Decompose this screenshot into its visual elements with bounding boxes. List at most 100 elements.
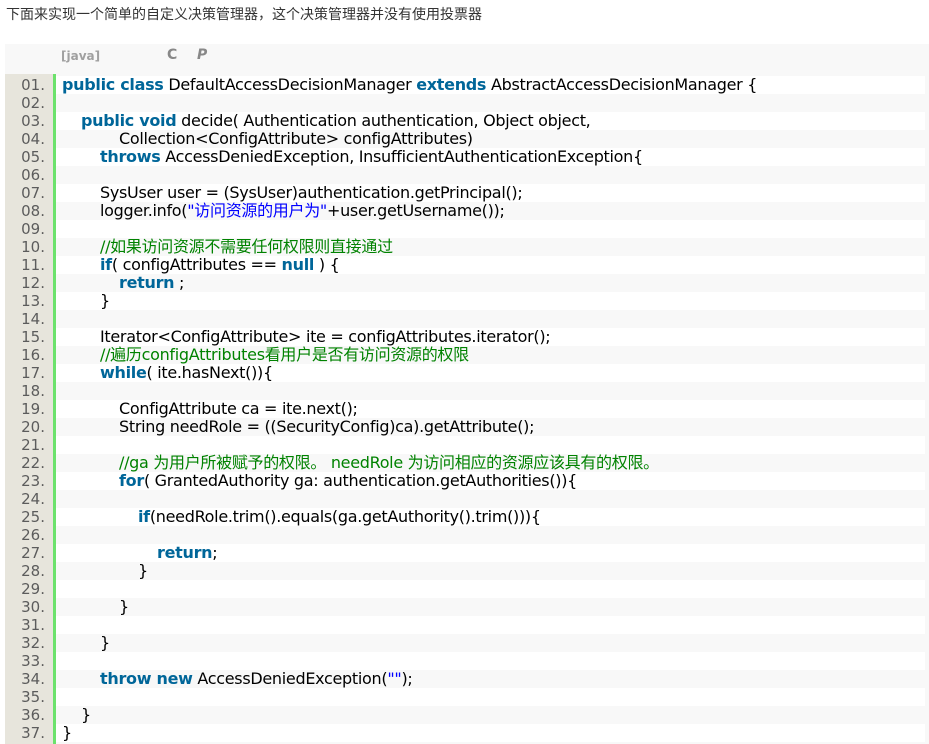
line-number: 06. <box>21 166 45 184</box>
code-line: 06. <box>5 166 929 184</box>
code-token: AbstractAccessDecisionManager { <box>486 75 758 94</box>
code-token: AccessDeniedException( <box>192 669 388 688</box>
code-text: Collection<ConfigAttribute> configAttrib… <box>56 130 925 148</box>
code-token: ) { <box>314 255 340 274</box>
keyword: return <box>157 543 213 562</box>
code-line: 03. public void decide( Authentication au… <box>5 112 929 130</box>
line-number: 10. <box>21 238 45 256</box>
code-text <box>56 94 925 112</box>
code-line: 20. String needRole = ((SecurityConfig)ca… <box>5 418 929 436</box>
code-line: 31. <box>5 616 929 634</box>
code-text: logger.info("访问资源的用户为"+user.getUsername(… <box>56 202 925 220</box>
line-number: 04. <box>21 130 45 148</box>
code-line: 02. <box>5 94 929 112</box>
code-line: 07. SysUser user = (SysUser)authenticatio… <box>5 184 929 202</box>
line-number: 37. <box>21 724 45 742</box>
comment: //ga 为用户所被赋予的权限。 needRole 为访问相应的资源应该具有的权… <box>119 453 659 472</box>
keyword: null <box>281 255 315 274</box>
line-number: 18. <box>21 382 45 400</box>
keyword: public class <box>62 75 164 94</box>
line-number: 12. <box>21 274 45 292</box>
line-number: 20. <box>21 418 45 436</box>
code-line: 17. while( ite.hasNext()){ <box>5 364 929 382</box>
code-token: } <box>100 291 110 310</box>
line-number: 17. <box>21 364 45 382</box>
code-text: } <box>56 598 925 616</box>
code-text: ConfigAttribute ca = ite.next(); <box>56 400 925 418</box>
code-line: 29. <box>5 580 929 598</box>
code-token: ConfigAttribute ca = ite.next(); <box>119 399 358 418</box>
code-text <box>56 580 925 598</box>
code-line: 33. <box>5 652 929 670</box>
code-text: String needRole = ((SecurityConfig)ca).g… <box>56 418 925 436</box>
code-line: 11. if( configAttributes == null ) { <box>5 256 929 274</box>
code-token: ; <box>174 273 185 292</box>
code-line: 12. return ; <box>5 274 929 292</box>
code-token: SysUser user = (SysUser)authentication.g… <box>100 183 523 202</box>
code-line: 18. <box>5 382 929 400</box>
code-text: SysUser user = (SysUser)authentication.g… <box>56 184 925 202</box>
line-number: 14. <box>21 310 45 328</box>
line-number: 13. <box>21 292 45 310</box>
code-text <box>56 688 925 706</box>
code-text: if( configAttributes == null ) { <box>56 256 925 274</box>
code-line: 01. public class DefaultAccessDecisionMan… <box>5 76 929 94</box>
keyword: while <box>100 363 147 382</box>
line-number: 26. <box>21 526 45 544</box>
code-line: 32.} <box>5 634 929 652</box>
print-icon[interactable]: P <box>197 47 207 63</box>
line-number: 09. <box>21 220 45 238</box>
code-text: //ga 为用户所被赋予的权限。 needRole 为访问相应的资源应该具有的权… <box>56 454 925 472</box>
string-literal: "" <box>387 669 402 688</box>
code-token: logger.info( <box>100 201 188 220</box>
code-line: 30.} <box>5 598 929 616</box>
keyword: if <box>138 507 150 526</box>
line-number: 33. <box>21 652 45 670</box>
code-line: 26. <box>5 526 929 544</box>
code-text: while( ite.hasNext()){ <box>56 364 925 382</box>
code-text: Iterator<ConfigAttribute> ite = configAt… <box>56 328 925 346</box>
code-text: //遍历configAttributes看用户是否有访问资源的权限 <box>56 346 925 364</box>
line-number: 07. <box>21 184 45 202</box>
code-line: 24. <box>5 490 929 508</box>
line-number: 19. <box>21 400 45 418</box>
code-text <box>56 382 925 400</box>
line-number: 21. <box>21 436 45 454</box>
code-text <box>56 526 925 544</box>
code-lines: 01. public class DefaultAccessDecisionMan… <box>5 76 929 742</box>
line-number: 34. <box>21 670 45 688</box>
code-token: } <box>100 633 110 652</box>
code-line: 05. throws AccessDeniedException, Insuffi… <box>5 148 929 166</box>
intro-text: 下面来实现一个简单的自定义决策管理器，这个决策管理器并没有使用投票器 <box>6 7 482 23</box>
view-plain-icon[interactable]: C <box>167 47 177 63</box>
code-line: 13.} <box>5 292 929 310</box>
keyword: throws <box>100 147 161 166</box>
code-text: if(needRole.trim().equals(ga.getAuthorit… <box>56 508 925 526</box>
code-text: return; <box>56 544 925 562</box>
code-text: for( GrantedAuthority ga: authentication… <box>56 472 925 490</box>
keyword: for <box>119 471 144 490</box>
code-line: 22. //ga 为用户所被赋予的权限。 needRole 为访问相应的资源应该具… <box>5 454 929 472</box>
code-text: } <box>56 292 925 310</box>
code-line: 35. <box>5 688 929 706</box>
code-text <box>56 490 925 508</box>
line-number: 08. <box>21 202 45 220</box>
code-text: public void decide( Authentication authe… <box>56 112 925 130</box>
line-number: 25. <box>21 508 45 526</box>
line-number: 03. <box>21 112 45 130</box>
code-line: 23. for( GrantedAuthority ga: authenticat… <box>5 472 929 490</box>
language-label: [java] <box>61 49 101 63</box>
line-number: 02. <box>21 94 45 112</box>
code-token: ; <box>212 543 218 562</box>
keyword: throw new <box>100 669 193 688</box>
code-line: 34. throw new AccessDeniedException(""); <box>5 670 929 688</box>
code-token: } <box>138 561 148 580</box>
code-line: 37.} <box>5 724 929 742</box>
code-line: 15. Iterator<ConfigAttribute> ite = confi… <box>5 328 929 346</box>
line-number: 11. <box>21 256 45 274</box>
code-text: } <box>56 634 925 652</box>
comment: //遍历configAttributes看用户是否有访问资源的权限 <box>100 345 469 364</box>
code-line: 09. <box>5 220 929 238</box>
code-text <box>56 652 925 670</box>
code-line: 36.} <box>5 706 929 724</box>
